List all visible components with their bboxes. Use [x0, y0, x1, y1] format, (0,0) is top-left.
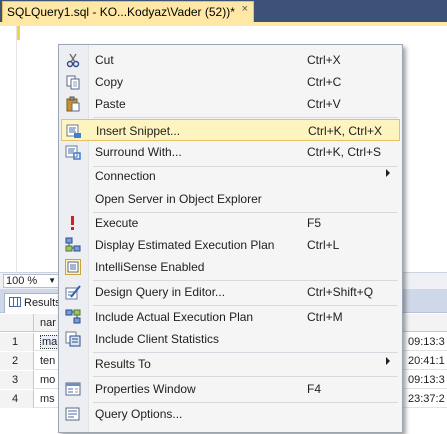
menu-item-display-estimated-plan[interactable]: Display Estimated Execution Plan Ctrl+L — [61, 234, 400, 256]
menu-item-shortcut: Ctrl+K, Ctrl+X — [308, 124, 383, 138]
execute-icon — [65, 215, 81, 231]
context-menu: Cut Ctrl+X Copy Ctrl+C Paste Ctrl+V Inse… — [58, 44, 403, 433]
column-header[interactable]: nar — [40, 317, 56, 329]
menu-item-shortcut: F4 — [307, 382, 322, 396]
menu-item-label: Cut — [95, 53, 114, 67]
menu-item-shortcut: Ctrl+M — [307, 310, 343, 324]
menu-item-label: Properties Window — [95, 382, 196, 396]
document-tab-title: SQLQuery1.sql - KO...Kodyaz\Vader (52))* — [7, 5, 235, 19]
menu-item-include-actual-plan[interactable]: Include Actual Execution Plan Ctrl+M — [61, 306, 400, 328]
menu-item-paste[interactable]: Paste Ctrl+V — [61, 93, 400, 115]
results-tab[interactable]: Results — [4, 293, 64, 313]
client-statistics-icon — [65, 331, 81, 347]
results-tab-label: Results — [24, 297, 61, 309]
table-cell[interactable]: 09:13:3 — [408, 374, 445, 386]
menu-item-label: Display Estimated Execution Plan — [95, 238, 275, 252]
table-cell[interactable]: 23:37:2 — [408, 393, 445, 405]
menu-item-shortcut: F5 — [307, 216, 322, 230]
table-cell[interactable]: 09:13:3 — [408, 336, 445, 348]
menu-item-label: Query Options... — [95, 407, 183, 421]
change-tracking-bar — [17, 26, 20, 40]
menu-item-insert-snippet[interactable]: Insert Snippet... Ctrl+K, Ctrl+X — [61, 119, 400, 141]
menu-item-query-options[interactable]: Query Options... — [61, 403, 400, 425]
menu-item-open-server[interactable]: Open Server in Object Explorer — [61, 188, 400, 210]
submenu-arrow-icon — [386, 169, 390, 177]
paste-icon — [65, 96, 81, 112]
editor-margin — [0, 26, 17, 272]
menu-item-label: Connection — [95, 169, 156, 183]
menu-item-intellisense-enabled[interactable]: IntelliSense Enabled — [61, 256, 400, 278]
query-options-icon — [65, 406, 81, 422]
close-tab-icon[interactable]: × — [242, 3, 248, 15]
copy-icon — [65, 74, 81, 90]
menu-item-shortcut: Ctrl+C — [307, 75, 342, 89]
menu-item-label: Include Client Statistics — [95, 332, 220, 346]
menu-item-results-to[interactable]: Results To — [61, 353, 400, 375]
row-number: 4 — [0, 390, 34, 408]
zoom-combo[interactable]: 100 % ▼ — [3, 274, 59, 288]
menu-item-design-query[interactable]: Design Query in Editor... Ctrl+Shift+Q — [61, 281, 400, 303]
menu-separator — [93, 376, 398, 377]
design-query-icon — [65, 284, 81, 300]
submenu-arrow-icon — [386, 357, 390, 365]
chevron-down-icon: ▼ — [48, 276, 56, 285]
properties-icon — [65, 381, 81, 397]
grid-corner-cell[interactable] — [0, 314, 34, 332]
execution-plan-icon — [65, 237, 81, 253]
table-cell[interactable]: ms — [40, 393, 55, 405]
zoom-value: 100 % — [6, 275, 38, 287]
menu-item-label: Include Actual Execution Plan — [95, 310, 254, 324]
menu-item-label: Open Server in Object Explorer — [95, 192, 262, 206]
row-number: 2 — [0, 352, 34, 370]
menu-item-surround-with[interactable]: Surround With... Ctrl+K, Ctrl+S — [61, 141, 400, 163]
insert-snippet-icon — [66, 123, 82, 139]
menu-item-label: Results To — [95, 357, 151, 371]
surround-with-icon — [65, 144, 81, 160]
menu-item-cut[interactable]: Cut Ctrl+X — [61, 49, 400, 71]
actual-plan-icon — [65, 309, 81, 325]
menu-item-shortcut: Ctrl+L — [307, 238, 340, 252]
table-cell[interactable]: ma — [40, 335, 60, 349]
menu-item-label: Surround With... — [95, 145, 182, 159]
menu-item-connection[interactable]: Connection — [61, 165, 400, 187]
intellisense-icon — [65, 259, 81, 275]
menu-item-shortcut: Ctrl+X — [307, 53, 341, 67]
menu-item-include-client-statistics[interactable]: Include Client Statistics — [61, 328, 400, 350]
menu-item-label: Insert Snippet... — [96, 124, 181, 138]
menu-item-label: Design Query in Editor... — [95, 285, 226, 299]
document-tab-strip: SQLQuery1.sql - KO...Kodyaz\Vader (52))*… — [0, 0, 447, 22]
table-cell[interactable]: 20:41:1 — [408, 355, 445, 367]
menu-item-label: IntelliSense Enabled — [95, 260, 205, 274]
document-tab[interactable]: SQLQuery1.sql - KO...Kodyaz\Vader (52))*… — [2, 1, 254, 22]
table-cell[interactable]: ten — [40, 355, 55, 367]
scissors-icon — [65, 52, 81, 68]
menu-separator — [93, 117, 398, 118]
menu-item-copy[interactable]: Copy Ctrl+C — [61, 71, 400, 93]
menu-item-label: Execute — [95, 216, 139, 230]
table-cell[interactable]: mo — [40, 374, 55, 386]
row-number: 3 — [0, 371, 34, 389]
menu-item-shortcut: Ctrl+Shift+Q — [307, 285, 374, 299]
menu-item-properties-window[interactable]: Properties Window F4 — [61, 378, 400, 400]
menu-item-label: Paste — [95, 97, 126, 111]
menu-item-execute[interactable]: Execute F5 — [61, 212, 400, 234]
menu-item-shortcut: Ctrl+K, Ctrl+S — [307, 145, 382, 159]
grid-icon — [9, 297, 21, 307]
menu-item-label: Copy — [95, 75, 124, 89]
row-number: 1 — [0, 333, 34, 351]
menu-item-shortcut: Ctrl+V — [307, 97, 341, 111]
